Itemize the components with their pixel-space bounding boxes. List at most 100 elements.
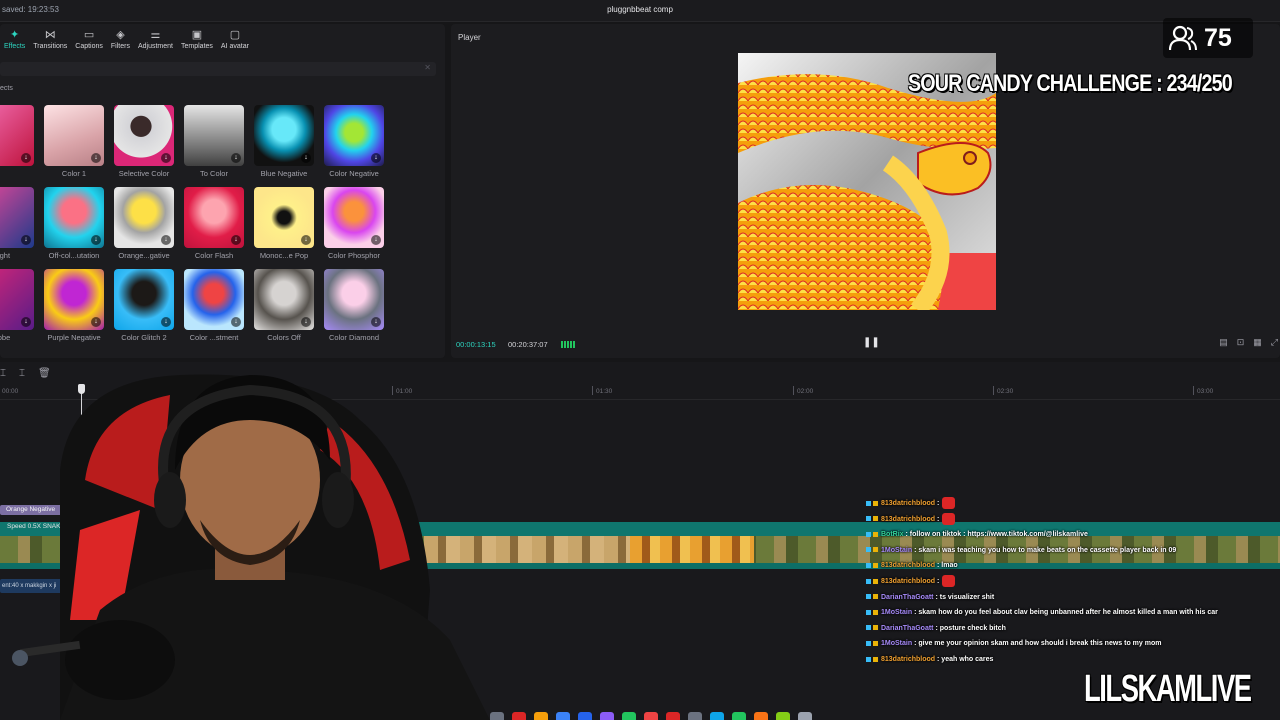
chat-badge-icon [873, 563, 878, 569]
chat-message: 813datrichblood : [866, 496, 1280, 512]
effect-item[interactable]: ↓ Off-col...utation [44, 187, 104, 260]
screenshot-icon[interactable]: ⊡ [1237, 337, 1245, 348]
fullscreen-icon[interactable]: ⤢ [1271, 337, 1278, 348]
chat-message: DarianThaGoatt : ts visualizer shit [866, 590, 1280, 606]
chat-message: DarianThaGoatt : posture check bitch [866, 621, 1280, 637]
effect-item[interactable]: ↓ Color 1 [44, 105, 104, 178]
delete-icon[interactable]: 🗑 [38, 368, 51, 379]
ratio-icon[interactable]: ▦ [1253, 337, 1262, 348]
tab-label: Adjustment [137, 42, 173, 50]
chat-overlay: 813datrichblood :813datrichblood : BotRix… [866, 496, 1280, 668]
clear-icon[interactable]: ✕ [424, 63, 431, 72]
audio-clip[interactable]: ent:40 x makkgin x ji [0, 579, 70, 593]
chat-username[interactable]: 813datrichblood [881, 562, 935, 569]
app-icon[interactable] [644, 712, 658, 720]
chat-username[interactable]: 1MoStain [881, 547, 912, 554]
avatar-icon: ▢ [229, 28, 241, 41]
effect-item[interactable]: ↓ To Color [184, 105, 244, 178]
effect-item[interactable]: ↓ Color ...stment [184, 269, 244, 342]
chat-username[interactable]: BotRix [881, 531, 904, 538]
app-icon[interactable] [512, 712, 526, 720]
chat-username[interactable]: 1MoStain [881, 640, 912, 647]
app-icon[interactable] [732, 712, 746, 720]
effect-label: Purple Negative [47, 333, 101, 342]
player-controls: ▤ ⊡ ▦ ⤢ [1219, 337, 1278, 348]
tab-transitions[interactable]: ⋈ Transitions [29, 24, 71, 54]
chat-badge-icon [866, 625, 871, 631]
effect-label: Selective Color [118, 169, 170, 178]
chat-username[interactable]: 813datrichblood [881, 500, 935, 507]
split-icon[interactable]: ⌶ [0, 368, 6, 379]
video-clip-thumbnails [630, 536, 754, 563]
tab-captions[interactable]: ▭ Captions [71, 24, 107, 54]
chat-username[interactable]: 813datrichblood [881, 578, 935, 585]
effect-item[interactable]: ↓ Color Negative [324, 105, 384, 178]
effect-item[interactable]: ↓ Color Phosphor [324, 187, 384, 260]
search-input[interactable]: ✕ [0, 62, 436, 76]
duration-timecode: 00:20:37:07 [508, 340, 548, 349]
effect-item[interactable]: ↓ Orange...gative [114, 187, 174, 260]
chat-username[interactable]: DarianThaGoatt [881, 625, 934, 632]
effect-thumbnail: ↓ [254, 269, 314, 330]
tab-label: Captions [75, 42, 103, 50]
effect-item[interactable]: ↓ Blue Negative [254, 105, 314, 178]
filter-icon: ◈ [116, 28, 125, 41]
effect-label: Colors Off [267, 333, 301, 342]
effect-label: To Color [200, 169, 228, 178]
app-icon[interactable] [688, 712, 702, 720]
effects-grid: ↓ ↓ Color 1 ↓ Selective Color ↓ To Color… [0, 105, 384, 342]
app-icon[interactable] [578, 712, 592, 720]
effect-item[interactable]: ↓ ight [0, 187, 34, 260]
chat-badge-icon [873, 656, 878, 662]
caption-icon[interactable]: ▤ [1219, 337, 1228, 348]
chat-text: : lmao [937, 562, 958, 570]
app-icon[interactable] [666, 712, 680, 720]
ruler-tick: 02:30 [992, 386, 1014, 395]
download-icon: ↓ [91, 235, 101, 245]
tab-adjustment[interactable]: ⚌ Adjustment [134, 24, 177, 54]
effect-item[interactable]: ↓ Purple Negative [44, 269, 104, 342]
app-icon[interactable] [556, 712, 570, 720]
app-icon[interactable] [776, 712, 790, 720]
effect-item[interactable]: ↓ Color Glitch 2 [114, 269, 174, 342]
tab-filters[interactable]: ◈ Filters [107, 24, 134, 54]
tab-ai-avatar[interactable]: ▢ AI avatar [217, 24, 253, 54]
effect-item[interactable]: ↓ [0, 105, 34, 166]
time-ruler[interactable]: 00:00 01:00 01:30 02:00 02:30 03:00 [0, 382, 1280, 400]
app-icon[interactable] [600, 712, 614, 720]
chat-text: : [937, 577, 940, 585]
tab-templates[interactable]: ▣ Templates [177, 24, 217, 54]
effect-item[interactable]: ↓ Monoc...e Pop [254, 187, 314, 260]
download-icon: ↓ [21, 317, 31, 327]
chat-badge-icon [866, 531, 871, 537]
app-icon[interactable] [710, 712, 724, 720]
chat-text: : posture check bitch [935, 624, 1006, 632]
effect-label: Color Glitch 2 [121, 333, 167, 342]
ruler-tick: 03:00 [1192, 386, 1214, 395]
effect-thumbnail: ↓ [324, 105, 384, 166]
playhead-handle[interactable] [78, 384, 85, 394]
app-icon[interactable] [622, 712, 636, 720]
effect-item[interactable]: ↓ Color Flash [184, 187, 244, 260]
chat-message: 813datrichblood : [866, 512, 1280, 528]
effect-item[interactable]: ↓ obe [0, 269, 34, 342]
split-right-icon[interactable]: ⌶ [19, 368, 25, 379]
app-icon[interactable] [490, 712, 504, 720]
app-icon[interactable] [798, 712, 812, 720]
effect-item[interactable]: ↓ Colors Off [254, 269, 314, 342]
chat-username[interactable]: 1MoStain [881, 609, 912, 616]
app-icon[interactable] [754, 712, 768, 720]
effect-thumbnail: ↓ [254, 105, 314, 166]
effect-item[interactable]: ↓ Selective Color [114, 105, 174, 178]
effect-item[interactable]: ↓ Color Diamond [324, 269, 384, 342]
tab-effects[interactable]: ✦ Effects [0, 24, 29, 54]
chat-username[interactable]: 813datrichblood [881, 656, 935, 663]
chat-badge-icon [873, 625, 878, 631]
pause-button[interactable]: ❚❚ [863, 337, 880, 348]
app-icon[interactable] [534, 712, 548, 720]
media-panel: ✦ Effects ⋈ Transitions ▭ Captions ◈ Fil… [0, 24, 445, 358]
chat-username[interactable]: 813datrichblood [881, 516, 935, 523]
effect-thumbnail: ↓ [184, 105, 244, 166]
effect-clip[interactable]: Orange Negative [0, 505, 90, 515]
chat-username[interactable]: DarianThaGoatt [881, 594, 934, 601]
